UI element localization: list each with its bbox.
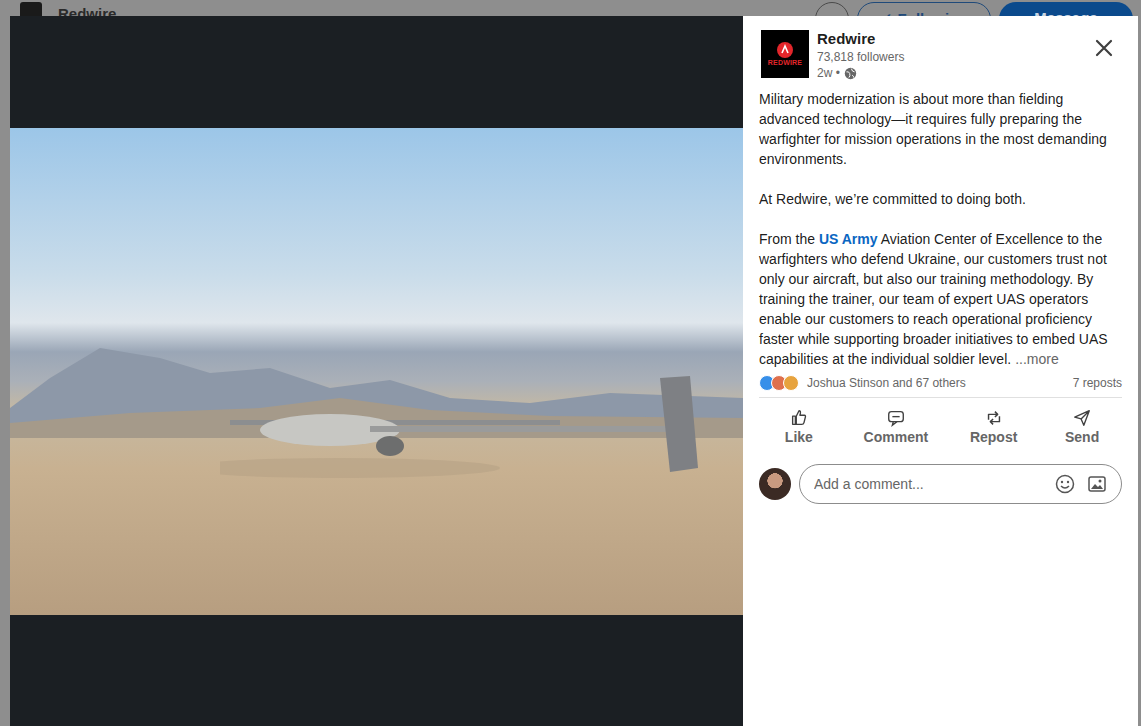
post-text: Military modernization is about more tha… bbox=[743, 81, 1138, 369]
image-icon bbox=[1086, 473, 1108, 495]
author-meta: Redwire73,818 followers2w • bbox=[817, 30, 904, 81]
user-avatar[interactable] bbox=[759, 468, 791, 500]
globe-icon bbox=[844, 67, 857, 80]
follower-count: 73,818 followers bbox=[817, 49, 904, 65]
redwire-mark-icon bbox=[776, 41, 794, 59]
post-text-segment: From the bbox=[759, 231, 819, 247]
comment-input[interactable] bbox=[812, 473, 1049, 496]
see-more-link[interactable]: ...more bbox=[1015, 351, 1059, 367]
mention-link[interactable]: US Army bbox=[819, 231, 878, 247]
post-paragraph: From the US Army Aviation Center of Exce… bbox=[759, 229, 1122, 369]
author-logo[interactable]: REDWIRE bbox=[761, 30, 809, 78]
repost-icon bbox=[984, 408, 1004, 428]
reaction-icon bbox=[783, 375, 799, 391]
post-time-text: 2w • bbox=[817, 65, 840, 81]
emoji-button[interactable] bbox=[1049, 468, 1081, 500]
action-label: Comment bbox=[864, 428, 929, 446]
post-time: 2w • bbox=[817, 65, 904, 81]
reaction-icons[interactable] bbox=[759, 375, 795, 391]
action-label: Repost bbox=[970, 428, 1017, 446]
logo-text: REDWIRE bbox=[768, 59, 802, 67]
reaction-summary[interactable]: Joshua Stinson and 67 others bbox=[807, 375, 966, 391]
media-panel bbox=[10, 16, 743, 726]
comment-box bbox=[799, 464, 1122, 504]
divider bbox=[759, 397, 1122, 398]
post-paragraph: Military modernization is about more tha… bbox=[759, 89, 1122, 169]
action-bar: Like Comment Repost Send bbox=[743, 398, 1138, 452]
repost-button[interactable]: Repost bbox=[958, 402, 1029, 452]
post-panel: REDWIRE Redwire73,818 followers2w • Milita… bbox=[743, 16, 1138, 726]
image-button[interactable] bbox=[1081, 468, 1113, 500]
comment-icon bbox=[886, 408, 906, 428]
close-button[interactable] bbox=[1088, 32, 1120, 64]
post-photo[interactable] bbox=[10, 128, 743, 615]
like-icon bbox=[789, 408, 809, 428]
repost-count[interactable]: 7 reposts bbox=[1073, 375, 1122, 391]
close-icon bbox=[1094, 38, 1114, 58]
post-modal: REDWIRE Redwire73,818 followers2w • Milita… bbox=[10, 16, 1138, 726]
post-text-segment: At Redwire, we’re committed to doing bot… bbox=[759, 191, 1026, 207]
author-name[interactable]: Redwire bbox=[817, 29, 904, 49]
post-paragraph: At Redwire, we’re committed to doing bot… bbox=[759, 189, 1122, 209]
post-text-segment: Aviation Center of Excellence to the war… bbox=[759, 231, 1108, 367]
post-text-segment: Military modernization is about more tha… bbox=[759, 91, 1107, 167]
post-header: REDWIRE Redwire73,818 followers2w • bbox=[743, 16, 1138, 81]
emoji-icon bbox=[1054, 473, 1076, 495]
send-button[interactable]: Send bbox=[1047, 402, 1117, 452]
comment-row bbox=[743, 452, 1138, 504]
reactions-bar: Joshua Stinson and 67 others 7 reposts bbox=[743, 369, 1138, 397]
action-label: Send bbox=[1065, 428, 1099, 446]
send-icon bbox=[1072, 408, 1092, 428]
action-label: Like bbox=[785, 428, 813, 446]
comment-button[interactable]: Comment bbox=[852, 402, 941, 452]
like-button[interactable]: Like bbox=[764, 402, 834, 452]
